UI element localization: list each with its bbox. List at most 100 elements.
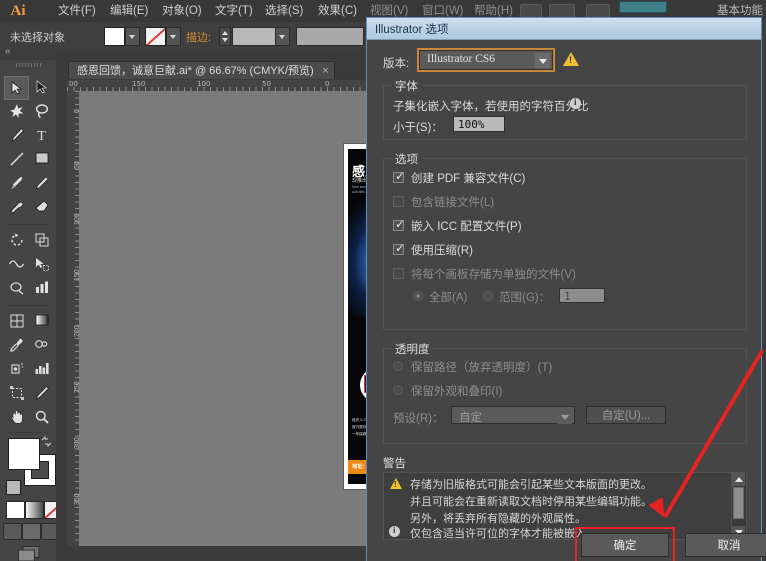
checkbox-create-pdf[interactable]: ✓ bbox=[393, 170, 405, 183]
screen-mode-normal-button[interactable] bbox=[3, 523, 22, 540]
default-fill-stroke-icon[interactable] bbox=[6, 480, 21, 495]
menu-select[interactable]: 选择(S) bbox=[265, 3, 303, 19]
brush-definition-field[interactable] bbox=[296, 27, 364, 46]
gradient-tool[interactable] bbox=[29, 310, 54, 334]
tools-panel: T bbox=[0, 46, 63, 561]
hand-tool[interactable] bbox=[4, 406, 29, 430]
dialog-body: 版本: Illustrator CS6 字体 子集化嵌入字体，若使用的字符百分比… bbox=[367, 40, 766, 561]
warning-icon bbox=[390, 478, 402, 489]
menu-file[interactable]: 文件(F) bbox=[58, 3, 96, 19]
preset-chevron-down-icon bbox=[557, 409, 572, 424]
symbol-sprayer-tool[interactable] bbox=[4, 358, 29, 382]
chevron-down-icon[interactable] bbox=[535, 53, 550, 68]
radio-all-artboards bbox=[413, 291, 423, 301]
mesh-tool[interactable] bbox=[4, 310, 29, 334]
stroke-weight-field[interactable] bbox=[232, 27, 276, 46]
radio-preserve-appearance-label: 保留外观和叠印(I) bbox=[411, 386, 503, 398]
checkbox-save-each-artboard bbox=[393, 268, 404, 279]
rectangle-tool[interactable] bbox=[29, 148, 54, 172]
fonts-description: 子集化嵌入字体，若使用的字符百分比 bbox=[393, 101, 589, 113]
ok-button-highlight bbox=[575, 527, 675, 561]
stroke-color-swatch[interactable] bbox=[145, 27, 166, 46]
warning-line-1: 存储为旧版格式可能会引起某些文本版面的更改。 bbox=[410, 479, 652, 491]
checkbox-save-each-artboard-label: 将每个画板存储为单独的文件(V) bbox=[411, 269, 576, 281]
screen-mode-full-menu-button[interactable] bbox=[22, 523, 41, 540]
version-label: 版本: bbox=[383, 58, 410, 70]
gradient-mode-button[interactable] bbox=[25, 501, 44, 519]
pen-tool[interactable] bbox=[4, 124, 29, 148]
radio-preserve-paths bbox=[393, 361, 403, 371]
version-warning-icon bbox=[563, 52, 579, 66]
ai-logo: Ai bbox=[10, 3, 26, 19]
menu-object[interactable]: 对象(O) bbox=[162, 3, 202, 19]
scale-tool[interactable] bbox=[29, 229, 54, 253]
color-mode-button[interactable] bbox=[6, 501, 25, 519]
eyedropper-tool[interactable] bbox=[4, 334, 29, 358]
fill-color-indicator[interactable] bbox=[8, 438, 40, 470]
scroll-up-button[interactable] bbox=[732, 473, 745, 486]
toolbox-collapse-handle[interactable] bbox=[0, 46, 56, 60]
graph-tool[interactable] bbox=[29, 358, 54, 382]
eraser-tool[interactable] bbox=[29, 196, 54, 220]
checkbox-embed-icc-label: 嵌入 ICC 配置文件(P) bbox=[411, 221, 522, 233]
stroke-dropdown-arrow[interactable] bbox=[166, 27, 181, 46]
fill-dropdown-arrow[interactable] bbox=[125, 27, 140, 46]
selection-status-label: 未选择对象 bbox=[10, 32, 65, 44]
artboard-tool[interactable] bbox=[4, 382, 29, 406]
line-segment-tool[interactable] bbox=[4, 148, 29, 172]
illustrator-options-dialog: Illustrator 选项 版本: Illustrator CS6 字体 子集… bbox=[366, 17, 766, 561]
selection-tool[interactable] bbox=[4, 76, 29, 100]
document-tab-title: 感恩回馈，诚意巨献.ai* @ 66.67% (CMYK/预览) bbox=[77, 65, 314, 77]
toolbox-divider-1 bbox=[6, 224, 50, 225]
custom-preset-button: 自定(U)... bbox=[586, 406, 666, 424]
toolbox-divider-2 bbox=[6, 305, 50, 306]
width-tool[interactable] bbox=[4, 253, 29, 277]
blob-brush-tool[interactable] bbox=[4, 196, 29, 220]
paintbrush-tool[interactable] bbox=[4, 172, 29, 196]
menu-type[interactable]: 文字(T) bbox=[215, 3, 253, 19]
fill-color-swatch[interactable] bbox=[104, 27, 125, 46]
radio-preserve-appearance bbox=[393, 385, 403, 395]
preset-select: 自定 bbox=[451, 406, 575, 424]
toolbox-divider-3 bbox=[6, 432, 50, 433]
illustrator-window: Ai 文件(F) 编辑(E) 对象(O) 文字(T) 选择(S) 效果(C) 视… bbox=[0, 0, 766, 561]
zoom-tool[interactable] bbox=[29, 406, 54, 430]
lasso-tool[interactable] bbox=[29, 100, 54, 124]
cancel-button[interactable]: 取消 bbox=[685, 533, 766, 557]
column-graph-tool[interactable] bbox=[29, 277, 54, 301]
checkbox-embed-icc[interactable]: ✓ bbox=[393, 218, 405, 231]
magic-wand-tool[interactable] bbox=[4, 100, 29, 124]
checkbox-include-linked bbox=[393, 196, 404, 207]
type-tool[interactable]: T bbox=[29, 124, 54, 148]
warnings-scrollbar[interactable] bbox=[731, 473, 746, 539]
blend-tool[interactable] bbox=[29, 334, 54, 358]
title-chip bbox=[619, 1, 667, 13]
change-screen-mode-icon[interactable] bbox=[18, 546, 40, 561]
document-tab[interactable]: 感恩回馈，诚意巨献.ai* @ 66.67% (CMYK/预览) × bbox=[68, 61, 335, 80]
close-icon[interactable]: × bbox=[322, 62, 328, 80]
fonts-legend: 字体 bbox=[391, 78, 422, 94]
radio-artboard-range bbox=[483, 291, 493, 301]
perspective-grid-tool[interactable] bbox=[4, 277, 29, 301]
toolbox-drag-dots[interactable] bbox=[16, 63, 42, 67]
scrollbar-thumb[interactable] bbox=[733, 487, 744, 519]
slice-tool[interactable] bbox=[29, 382, 54, 406]
rotate-tool[interactable] bbox=[4, 229, 29, 253]
version-select[interactable]: Illustrator CS6 bbox=[417, 48, 555, 72]
stroke-weight-dropdown[interactable] bbox=[275, 27, 290, 46]
version-select-value: Illustrator CS6 bbox=[427, 53, 496, 65]
preset-label: 预设(R)： bbox=[393, 413, 444, 425]
menu-edit[interactable]: 编辑(E) bbox=[110, 3, 148, 19]
transparency-legend: 透明度 bbox=[391, 341, 434, 357]
shape-builder-tool[interactable] bbox=[29, 253, 54, 277]
warnings-box: 存储为旧版格式可能会引起某些文本版面的更改。 并且可能会在重新读取文档时停用某些… bbox=[383, 472, 747, 540]
pencil-tool[interactable] bbox=[29, 172, 54, 196]
menu-effect[interactable]: 效果(C) bbox=[318, 3, 357, 19]
swap-fill-stroke-icon[interactable] bbox=[41, 435, 52, 448]
direct-selection-tool[interactable] bbox=[29, 76, 54, 100]
dialog-title-bar[interactable]: Illustrator 选项 bbox=[367, 18, 761, 40]
fonts-info-icon[interactable] bbox=[570, 97, 581, 109]
checkbox-use-compression[interactable]: ✓ bbox=[393, 242, 405, 255]
subset-threshold-field[interactable]: 100% bbox=[453, 116, 505, 132]
stroke-weight-stepper[interactable] bbox=[219, 27, 231, 46]
